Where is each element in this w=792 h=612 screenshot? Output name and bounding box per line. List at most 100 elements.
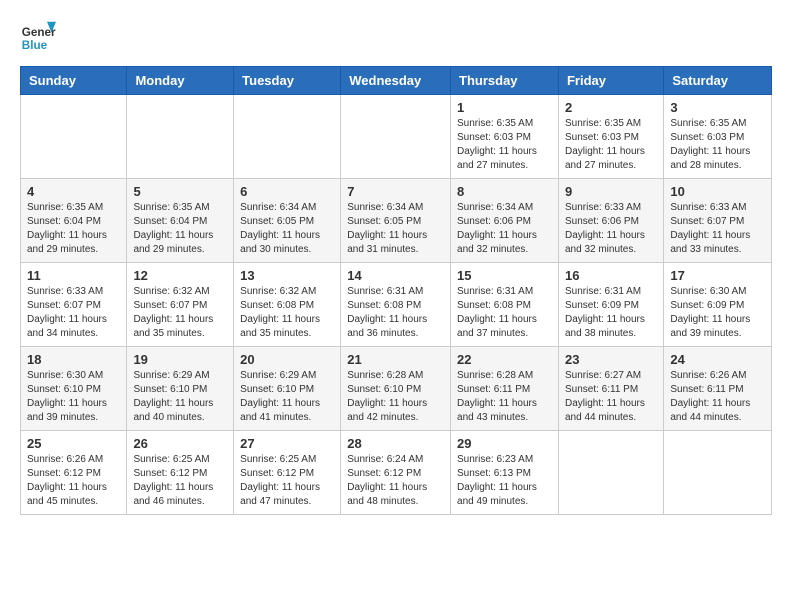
- calendar-cell: 19 Sunrise: 6:29 AM Sunset: 6:10 PM Dayli…: [127, 347, 234, 431]
- calendar-cell: 20 Sunrise: 6:29 AM Sunset: 6:10 PM Dayli…: [234, 347, 341, 431]
- calendar-cell: 23 Sunrise: 6:27 AM Sunset: 6:11 PM Dayli…: [558, 347, 663, 431]
- calendar-cell: [21, 95, 127, 179]
- calendar-cell: 24 Sunrise: 6:26 AM Sunset: 6:11 PM Dayli…: [664, 347, 772, 431]
- calendar-cell: 12 Sunrise: 6:32 AM Sunset: 6:07 PM Dayli…: [127, 263, 234, 347]
- calendar-cell: 5 Sunrise: 6:35 AM Sunset: 6:04 PM Daylig…: [127, 179, 234, 263]
- calendar-cell: 21 Sunrise: 6:28 AM Sunset: 6:10 PM Dayli…: [341, 347, 451, 431]
- day-number: 16: [565, 268, 657, 283]
- day-number: 2: [565, 100, 657, 115]
- day-info: Sunrise: 6:30 AM Sunset: 6:10 PM Dayligh…: [27, 369, 120, 425]
- header: GeneralBlue: [20, 20, 772, 56]
- weekday-header-tuesday: Tuesday: [234, 67, 341, 95]
- day-info: Sunrise: 6:33 AM Sunset: 6:06 PM Dayligh…: [565, 201, 657, 257]
- day-number: 12: [133, 268, 227, 283]
- day-info: Sunrise: 6:35 AM Sunset: 6:04 PM Dayligh…: [27, 201, 120, 257]
- logo-icon: GeneralBlue: [20, 20, 56, 56]
- day-info: Sunrise: 6:28 AM Sunset: 6:10 PM Dayligh…: [347, 369, 444, 425]
- day-number: 7: [347, 184, 444, 199]
- day-info: Sunrise: 6:26 AM Sunset: 6:12 PM Dayligh…: [27, 453, 120, 509]
- day-number: 9: [565, 184, 657, 199]
- calendar-cell: 10Sunrise: 6:33 AM Sunset: 6:07 PM Dayli…: [664, 179, 772, 263]
- weekday-row: SundayMondayTuesdayWednesdayThursdayFrid…: [21, 67, 772, 95]
- calendar-cell: [234, 95, 341, 179]
- calendar-cell: 18Sunrise: 6:30 AM Sunset: 6:10 PM Dayli…: [21, 347, 127, 431]
- day-info: Sunrise: 6:33 AM Sunset: 6:07 PM Dayligh…: [27, 285, 120, 341]
- day-info: Sunrise: 6:23 AM Sunset: 6:13 PM Dayligh…: [457, 453, 552, 509]
- calendar-cell: 11 Sunrise: 6:33 AM Sunset: 6:07 PM Dayli…: [21, 263, 127, 347]
- day-info: Sunrise: 6:34 AM Sunset: 6:05 PM Dayligh…: [240, 201, 334, 257]
- day-info: Sunrise: 6:35 AM Sunset: 6:03 PM Dayligh…: [565, 117, 657, 173]
- calendar-cell: 15Sunrise: 6:31 AM Sunset: 6:08 PM Dayli…: [451, 263, 559, 347]
- day-info: Sunrise: 6:25 AM Sunset: 6:12 PM Dayligh…: [240, 453, 334, 509]
- calendar-cell: [558, 431, 663, 515]
- day-info: Sunrise: 6:25 AM Sunset: 6:12 PM Dayligh…: [133, 453, 227, 509]
- day-number: 25: [27, 436, 120, 451]
- day-number: 19: [133, 352, 227, 367]
- day-info: Sunrise: 6:24 AM Sunset: 6:12 PM Dayligh…: [347, 453, 444, 509]
- weekday-header-friday: Friday: [558, 67, 663, 95]
- day-info: Sunrise: 6:35 AM Sunset: 6:04 PM Dayligh…: [133, 201, 227, 257]
- day-number: 13: [240, 268, 334, 283]
- day-number: 21: [347, 352, 444, 367]
- calendar-week-row: 11 Sunrise: 6:33 AM Sunset: 6:07 PM Dayli…: [21, 263, 772, 347]
- day-info: Sunrise: 6:34 AM Sunset: 6:05 PM Dayligh…: [347, 201, 444, 257]
- day-number: 5: [133, 184, 227, 199]
- day-number: 15: [457, 268, 552, 283]
- day-number: 8: [457, 184, 552, 199]
- day-info: Sunrise: 6:30 AM Sunset: 6:09 PM Dayligh…: [670, 285, 765, 341]
- day-info: Sunrise: 6:29 AM Sunset: 6:10 PM Dayligh…: [133, 369, 227, 425]
- calendar-cell: 6Sunrise: 6:34 AM Sunset: 6:05 PM Daylig…: [234, 179, 341, 263]
- calendar-cell: [341, 95, 451, 179]
- calendar-cell: 14 Sunrise: 6:31 AM Sunset: 6:08 PM Dayli…: [341, 263, 451, 347]
- calendar-cell: 27 Sunrise: 6:25 AM Sunset: 6:12 PM Dayli…: [234, 431, 341, 515]
- day-number: 4: [27, 184, 120, 199]
- calendar-cell: 8 Sunrise: 6:34 AM Sunset: 6:06 PM Daylig…: [451, 179, 559, 263]
- calendar-week-row: 1 Sunrise: 6:35 AM Sunset: 6:03 PM Daylig…: [21, 95, 772, 179]
- calendar-table: SundayMondayTuesdayWednesdayThursdayFrid…: [20, 66, 772, 515]
- calendar-cell: 9 Sunrise: 6:33 AM Sunset: 6:06 PM Daylig…: [558, 179, 663, 263]
- weekday-header-wednesday: Wednesday: [341, 67, 451, 95]
- day-number: 24: [670, 352, 765, 367]
- svg-text:Blue: Blue: [22, 39, 48, 52]
- calendar-week-row: 18Sunrise: 6:30 AM Sunset: 6:10 PM Dayli…: [21, 347, 772, 431]
- calendar-cell: 13Sunrise: 6:32 AM Sunset: 6:08 PM Dayli…: [234, 263, 341, 347]
- calendar-cell: 17 Sunrise: 6:30 AM Sunset: 6:09 PM Dayli…: [664, 263, 772, 347]
- weekday-header-thursday: Thursday: [451, 67, 559, 95]
- day-info: Sunrise: 6:34 AM Sunset: 6:06 PM Dayligh…: [457, 201, 552, 257]
- day-number: 23: [565, 352, 657, 367]
- day-info: Sunrise: 6:31 AM Sunset: 6:08 PM Dayligh…: [347, 285, 444, 341]
- day-number: 27: [240, 436, 334, 451]
- day-info: Sunrise: 6:32 AM Sunset: 6:07 PM Dayligh…: [133, 285, 227, 341]
- logo: GeneralBlue: [20, 20, 56, 56]
- day-number: 17: [670, 268, 765, 283]
- weekday-header-monday: Monday: [127, 67, 234, 95]
- day-info: Sunrise: 6:35 AM Sunset: 6:03 PM Dayligh…: [670, 117, 765, 173]
- calendar-cell: 3 Sunrise: 6:35 AM Sunset: 6:03 PM Daylig…: [664, 95, 772, 179]
- weekday-header-saturday: Saturday: [664, 67, 772, 95]
- day-number: 14: [347, 268, 444, 283]
- day-number: 22: [457, 352, 552, 367]
- day-info: Sunrise: 6:26 AM Sunset: 6:11 PM Dayligh…: [670, 369, 765, 425]
- calendar-week-row: 25 Sunrise: 6:26 AM Sunset: 6:12 PM Dayli…: [21, 431, 772, 515]
- day-info: Sunrise: 6:33 AM Sunset: 6:07 PM Dayligh…: [670, 201, 765, 257]
- calendar-cell: 22 Sunrise: 6:28 AM Sunset: 6:11 PM Dayli…: [451, 347, 559, 431]
- day-number: 1: [457, 100, 552, 115]
- calendar-header: SundayMondayTuesdayWednesdayThursdayFrid…: [21, 67, 772, 95]
- calendar-cell: 16 Sunrise: 6:31 AM Sunset: 6:09 PM Dayli…: [558, 263, 663, 347]
- day-number: 20: [240, 352, 334, 367]
- calendar-cell: 2 Sunrise: 6:35 AM Sunset: 6:03 PM Daylig…: [558, 95, 663, 179]
- day-info: Sunrise: 6:35 AM Sunset: 6:03 PM Dayligh…: [457, 117, 552, 173]
- calendar-cell: [664, 431, 772, 515]
- day-number: 29: [457, 436, 552, 451]
- day-info: Sunrise: 6:28 AM Sunset: 6:11 PM Dayligh…: [457, 369, 552, 425]
- calendar-cell: 29 Sunrise: 6:23 AM Sunset: 6:13 PM Dayli…: [451, 431, 559, 515]
- day-info: Sunrise: 6:27 AM Sunset: 6:11 PM Dayligh…: [565, 369, 657, 425]
- day-info: Sunrise: 6:29 AM Sunset: 6:10 PM Dayligh…: [240, 369, 334, 425]
- day-number: 26: [133, 436, 227, 451]
- calendar-cell: 1 Sunrise: 6:35 AM Sunset: 6:03 PM Daylig…: [451, 95, 559, 179]
- day-info: Sunrise: 6:31 AM Sunset: 6:09 PM Dayligh…: [565, 285, 657, 341]
- day-number: 11: [27, 268, 120, 283]
- day-number: 28: [347, 436, 444, 451]
- day-number: 3: [670, 100, 765, 115]
- weekday-header-sunday: Sunday: [21, 67, 127, 95]
